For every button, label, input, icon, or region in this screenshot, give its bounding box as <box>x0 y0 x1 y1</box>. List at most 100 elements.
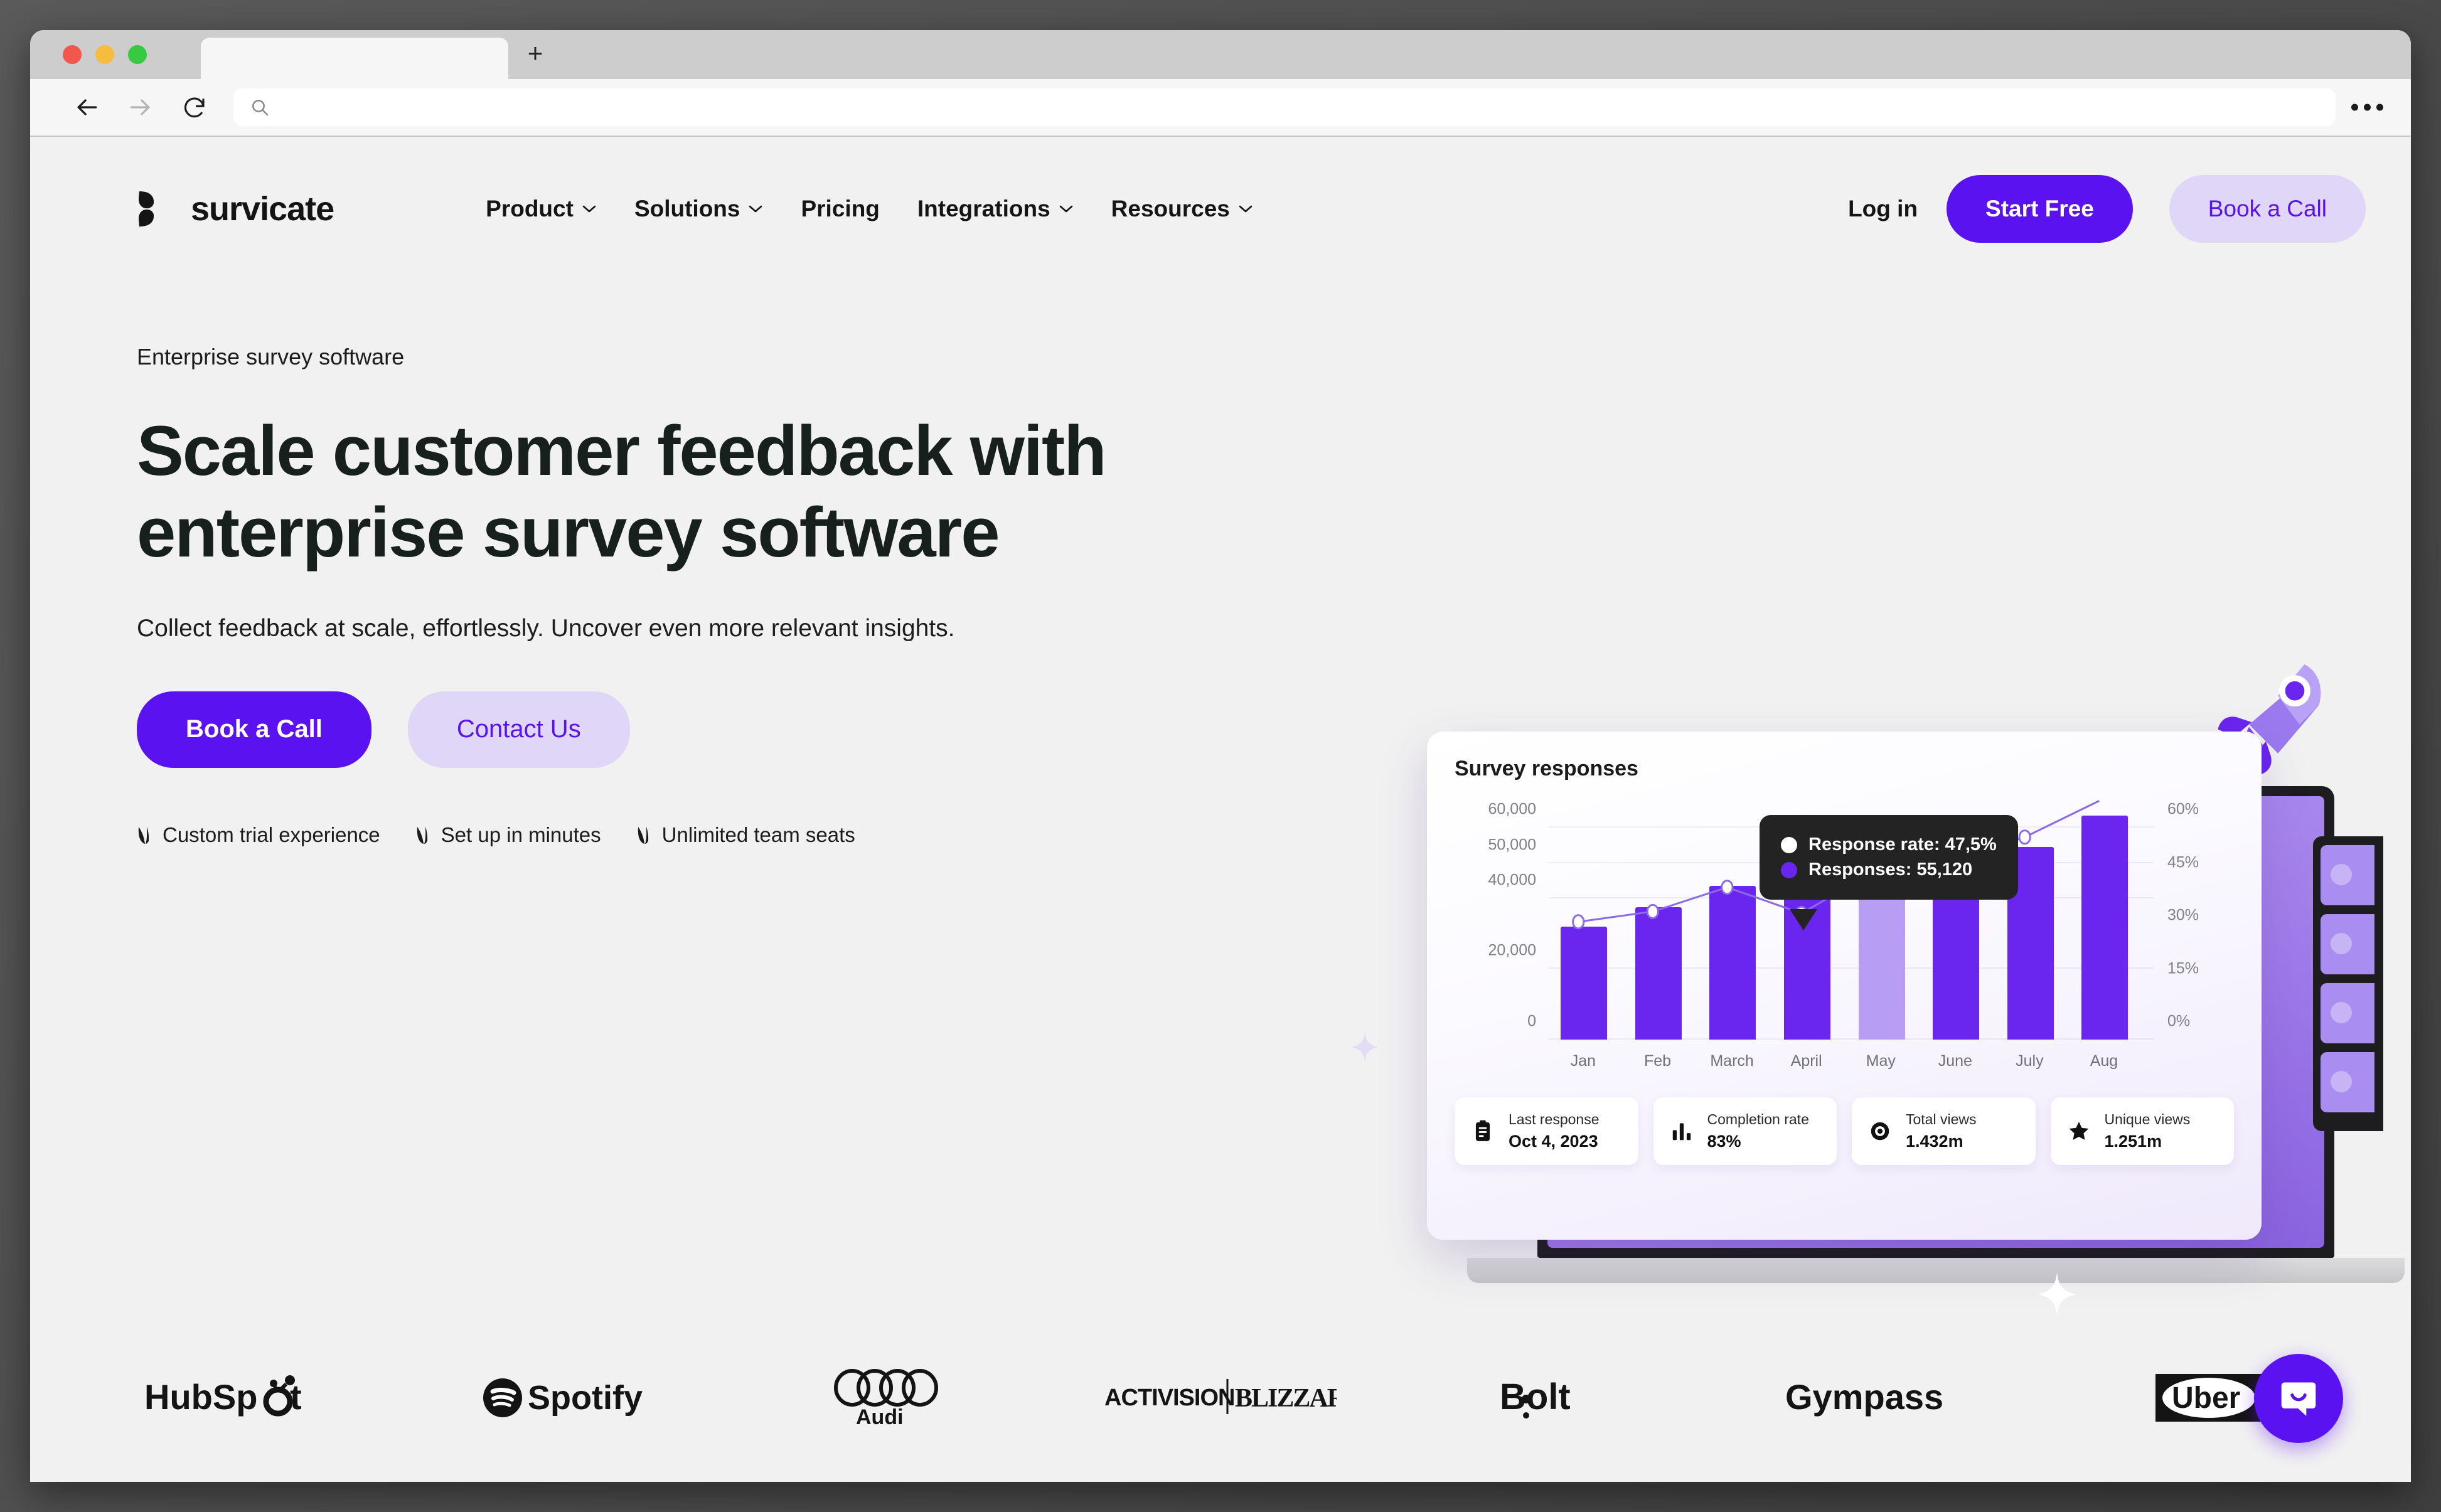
new-tab-button[interactable]: + <box>523 40 548 67</box>
chart-tooltip: Response rate: 47,5% Responses: 55,120 <box>1760 815 2018 900</box>
chart-title: Survey responses <box>1455 757 1638 780</box>
brand-logo-audi: Audi <box>727 1369 1056 1427</box>
nav-item-product[interactable]: Product <box>467 196 616 222</box>
list-item-label: Custom trial experience <box>163 823 380 846</box>
survey-responses-card: Survey responses Response rate: 47,5% Re… <box>1427 732 2262 1240</box>
spotify-icon: Spotify <box>483 1378 643 1417</box>
hero-feature-list: Custom trial experience Set up in minute… <box>137 823 1279 847</box>
list-item: Unlimited team seats <box>636 823 855 847</box>
list-item-label: Unlimited team seats <box>661 823 855 846</box>
nav-item-pricing[interactable]: Pricing <box>782 196 898 222</box>
address-bar[interactable] <box>233 88 2336 126</box>
metric-label: Completion rate <box>1707 1111 1809 1127</box>
metric-card-unique-views: Unique views 1.251m <box>2050 1097 2234 1165</box>
clipboard-icon <box>1468 1117 1497 1146</box>
chat-widget-button[interactable] <box>2254 1354 2343 1443</box>
check-leaf-icon <box>138 826 149 844</box>
site-header: survicate Product Solutions Pricing Inte… <box>30 137 2411 281</box>
y-axis-tick: 20,000 <box>1488 941 1536 959</box>
check-leaf-icon <box>417 826 427 844</box>
nav-item-label: Integrations <box>917 196 1050 221</box>
x-axis-tick: May <box>1866 1052 1896 1070</box>
start-free-button[interactable]: Start Free <box>1947 175 2133 243</box>
dashboard-side-panel <box>2313 836 2383 1131</box>
svg-text:Spotify: Spotify <box>528 1379 643 1417</box>
x-axis-tick: March <box>1710 1052 1754 1070</box>
hero-contact-us-button[interactable]: Contact Us <box>407 691 630 768</box>
nav-item-label: Resources <box>1111 196 1230 221</box>
svg-text:ACTIVISION: ACTIVISION <box>1104 1385 1234 1411</box>
hero-illustration: Survey responses Response rate: 47,5% Re… <box>1352 658 2405 1384</box>
laptop-base <box>1467 1258 2405 1283</box>
x-axis-tick: June <box>1938 1052 1972 1070</box>
survicate-logo-icon <box>139 191 154 226</box>
y2-axis-tick: 0% <box>2167 1012 2191 1030</box>
svg-text:Gympass: Gympass <box>1785 1377 1943 1417</box>
brand-logo-gympass: Gympass <box>1714 1375 2044 1420</box>
legend-dot-responses <box>1781 861 1797 878</box>
y2-axis-tick: 30% <box>2167 906 2199 924</box>
brand-logo-activision-blizzard: ACTIVISION BLIZZARD <box>1056 1375 1386 1420</box>
hubspot-icon: HubSp t <box>144 1375 302 1417</box>
survicate-logo-text: survicate <box>191 190 334 228</box>
desktop-background: + survicate Product Solutions Pricing In… <box>0 0 2441 1512</box>
x-axis-tick: Feb <box>1643 1052 1672 1070</box>
hero-book-a-call-button[interactable]: Book a Call <box>137 691 371 768</box>
nav-item-label: Pricing <box>801 196 880 221</box>
tooltip-row: Responses: 55,120 <box>1781 860 1997 880</box>
svg-text:BLIZZARD: BLIZZARD <box>1235 1384 1337 1413</box>
hero-eyebrow: Enterprise survey software <box>137 344 405 370</box>
metric-label: Last response <box>1509 1111 1600 1127</box>
nav-item-resources[interactable]: Resources <box>1092 196 1272 222</box>
svg-text:Bolt: Bolt <box>1500 1376 1571 1417</box>
x-axis-tick: Aug <box>2090 1052 2118 1070</box>
browser-window: + survicate Product Solutions Pricing In… <box>30 30 2411 1482</box>
y-axis-tick: 40,000 <box>1488 871 1536 889</box>
hero-section: Enterprise survey software Scale custome… <box>30 281 2411 1384</box>
header-actions: Log in Start Free Book a Call <box>1819 175 2366 243</box>
header-book-a-call-button[interactable]: Book a Call <box>2169 175 2366 243</box>
list-item: Set up in minutes <box>415 823 601 847</box>
brand-logo-bolt: Bolt <box>1385 1375 1714 1420</box>
forward-arrow-icon[interactable] <box>123 90 158 125</box>
browser-menu-button[interactable] <box>2351 104 2383 111</box>
nav-item-integrations[interactable]: Integrations <box>899 196 1092 222</box>
metric-card-last-response: Last response Oct 4, 2023 <box>1455 1097 1638 1165</box>
browser-tab[interactable] <box>201 38 508 79</box>
nav-item-solutions[interactable]: Solutions <box>616 196 783 222</box>
bar-chart-icon <box>1667 1117 1696 1146</box>
svg-text:HubSp: HubSp <box>144 1377 257 1417</box>
back-arrow-icon[interactable] <box>69 90 104 125</box>
chevron-down-icon <box>582 205 596 213</box>
minimize-window-button[interactable] <box>95 45 114 64</box>
maximize-window-button[interactable] <box>128 45 147 64</box>
survicate-logo[interactable]: survicate <box>137 189 334 228</box>
x-axis-tick: April <box>1790 1052 1822 1070</box>
page-title: Scale customer feedback with enterprise … <box>137 412 1107 572</box>
sparkle-icon <box>1352 1031 1378 1063</box>
x-axis-tick: July <box>2016 1052 2044 1070</box>
metric-card-row: Last response Oct 4, 2023 Completion rat… <box>1455 1097 2234 1165</box>
y-axis-tick: 0 <box>1527 1012 1536 1030</box>
y2-axis-tick: 45% <box>2167 853 2199 871</box>
hero-subtitle: Collect feedback at scale, effortlessly.… <box>137 614 955 642</box>
close-window-button[interactable] <box>63 45 82 64</box>
metric-label: Unique views <box>2104 1111 2191 1127</box>
svg-text:Uber: Uber <box>2172 1382 2240 1415</box>
svg-text:Audi: Audi <box>856 1405 904 1427</box>
uber-icon: Uber <box>2155 1374 2262 1422</box>
chevron-down-icon <box>749 205 762 213</box>
customer-logo-strip: HubSp t Spotify Audi ACTIVISION BLIZZAR … <box>30 1314 2411 1482</box>
y2-axis-tick: 60% <box>2167 800 2199 818</box>
metric-card-completion-rate: Completion rate 83% <box>1653 1097 1837 1165</box>
reload-icon[interactable] <box>177 90 212 125</box>
login-link[interactable]: Log in <box>1819 196 1947 222</box>
eye-icon <box>1866 1117 1894 1146</box>
chevron-down-icon <box>1059 205 1072 213</box>
metric-value: Oct 4, 2023 <box>1509 1132 1598 1151</box>
check-leaf-icon <box>638 826 648 844</box>
chevron-down-icon <box>1239 205 1253 213</box>
address-bar-input[interactable] <box>279 97 2319 117</box>
hero-cta-group: Book a Call Contact Us <box>137 691 1279 768</box>
legend-dot-response-rate <box>1781 836 1797 853</box>
